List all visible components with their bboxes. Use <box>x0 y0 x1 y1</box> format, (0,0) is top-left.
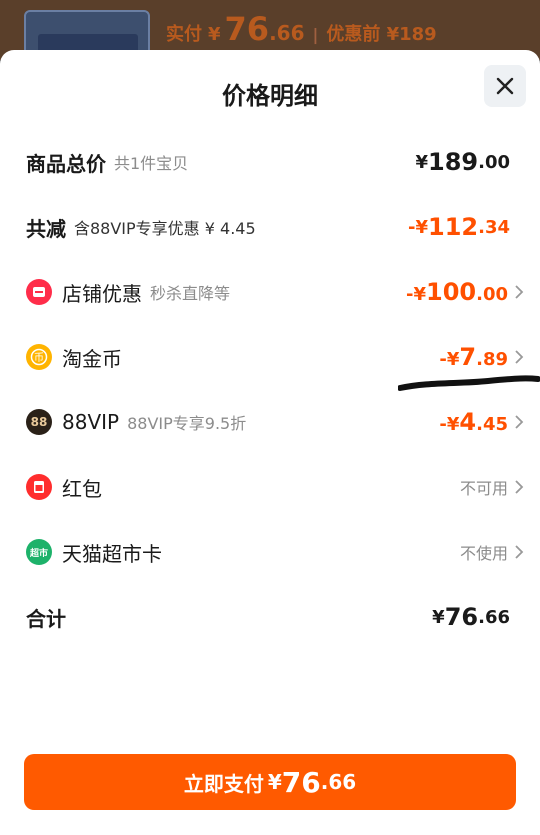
currency-symbol: -¥ <box>406 284 426 305</box>
sum-amount: ¥76.66 <box>432 603 510 631</box>
red-packet-value: 不可用 <box>459 475 524 499</box>
row-store-discount[interactable]: 店铺优惠 秒杀直降等 -¥100.00 <box>26 272 524 312</box>
close-icon <box>496 77 514 95</box>
amount-int: 76 <box>444 603 479 631</box>
total-price-label: 商品总价 <box>26 151 106 176</box>
sheet-title: 价格明细 <box>222 82 318 110</box>
amount-int: 100 <box>426 278 477 306</box>
row-total-price: 商品总价 共1件宝贝 ¥189.00 <box>26 142 510 182</box>
red-packet-status: 不可用 <box>459 479 508 498</box>
88vip-value: -¥4.45 <box>439 408 524 436</box>
chevron-right-icon <box>515 415 524 429</box>
row-gold-coins[interactable]: 币 淘金币 -¥7.89 <box>26 337 524 377</box>
amount-int: 76 <box>281 765 321 799</box>
88vip-detail: 88VIP专享9.5折 <box>127 414 247 433</box>
currency-symbol: -¥ <box>408 216 428 238</box>
price-detail-sheet: 价格明细 商品总价 共1件宝贝 ¥189.00 共减 含88VIP专享优惠 ¥ … <box>0 50 540 835</box>
88vip-icon: 88 <box>26 409 52 435</box>
pen-scribble-mark <box>398 375 540 391</box>
row-sum: 合计 ¥76.66 <box>26 597 510 637</box>
tmall-supermarket-icon: 超市 <box>26 539 52 565</box>
chevron-right-icon <box>515 350 524 364</box>
store-discount-detail: 秒杀直降等 <box>150 284 231 303</box>
gold-coins-label: 淘金币 <box>62 346 122 371</box>
pay-now-button[interactable]: 立即支付 ¥76.66 <box>24 754 516 810</box>
store-discount-label: 店铺优惠 <box>62 281 142 306</box>
amount-int: 112 <box>428 213 479 241</box>
tmall-card-label: 天猫超市卡 <box>62 541 162 566</box>
amount-int: 189 <box>428 148 479 176</box>
paid-amount-dec: .66 <box>269 21 305 45</box>
store-discount-value: -¥100.00 <box>406 278 524 306</box>
row-total-reduction: 共减 含88VIP专享优惠 ¥ 4.45 -¥ 112.34 <box>26 207 510 247</box>
total-price-amount: ¥189.00 <box>415 148 510 176</box>
reduction-label: 共减 <box>26 216 66 241</box>
chevron-right-icon <box>515 285 524 299</box>
sum-label: 合计 <box>26 606 66 631</box>
amount-dec: .00 <box>476 284 508 305</box>
reduction-detail: 含88VIP专享优惠 ¥ 4.45 <box>74 219 256 238</box>
red-packet-icon <box>26 474 52 500</box>
amount-dec: .00 <box>478 151 510 173</box>
row-red-packet[interactable]: 红包 不可用 <box>26 467 524 507</box>
row-88vip[interactable]: 88 88VIP 88VIP专享9.5折 -¥4.45 <box>26 402 524 442</box>
tmall-card-status: 不使用 <box>459 544 508 563</box>
paid-amount-int: 76 <box>224 10 270 48</box>
close-button[interactable] <box>484 65 526 107</box>
price-separator: | <box>312 25 319 44</box>
currency-symbol: ¥ <box>415 151 428 173</box>
row-tmall-card[interactable]: 超市 天猫超市卡 不使用 <box>26 532 524 572</box>
tmall-icon-text: 超市 <box>29 548 48 559</box>
88vip-label: 88VIP <box>62 410 120 434</box>
amount-int: 4 <box>459 408 477 436</box>
tmall-card-value: 不使用 <box>459 540 524 564</box>
amount-dec: .66 <box>478 606 510 628</box>
currency-symbol: -¥ <box>439 349 460 370</box>
pay-button-label: 立即支付 <box>183 771 264 796</box>
red-packet-label: 红包 <box>62 476 102 501</box>
currency-symbol: -¥ <box>439 414 460 435</box>
chevron-right-icon <box>515 545 524 559</box>
svg-text:币: 币 <box>34 352 44 364</box>
gold-coin-icon: 币 <box>26 344 52 370</box>
reduction-amount: -¥ 112.34 <box>408 213 510 241</box>
amount-int: 7 <box>459 343 477 371</box>
amount-dec: .34 <box>478 216 510 238</box>
currency-symbol: ¥ <box>267 770 282 794</box>
total-price-count: 共1件宝贝 <box>114 154 189 173</box>
store-discount-icon <box>26 279 52 305</box>
paid-currency: ¥ <box>208 24 221 45</box>
original-price: 优惠前 ¥189 <box>326 24 437 45</box>
gold-coins-value: -¥7.89 <box>439 343 524 371</box>
chevron-right-icon <box>515 480 524 494</box>
amount-dec: .66 <box>320 770 357 794</box>
amount-dec: .45 <box>476 414 508 435</box>
amount-dec: .89 <box>476 349 508 370</box>
background-price-summary: 实付 ¥ 76 .66 | 优惠前 ¥189 <box>166 10 437 50</box>
88vip-icon-text: 88 <box>30 415 48 429</box>
currency-symbol: ¥ <box>432 606 445 628</box>
paid-label: 实付 <box>166 24 202 45</box>
